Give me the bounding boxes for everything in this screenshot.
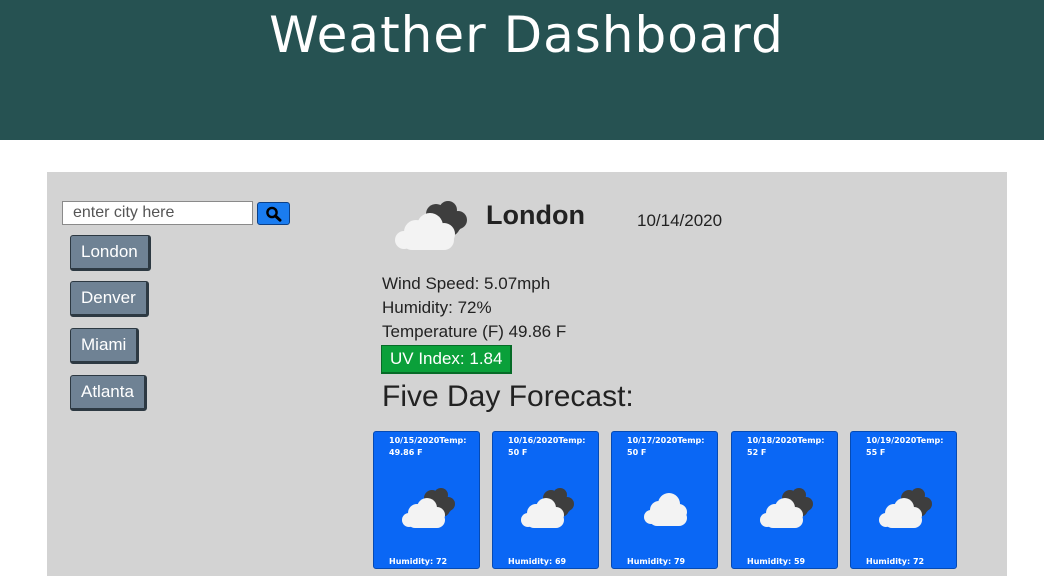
forecast-card: 10/16/2020Temp: 50 F Humidity: 69 [492, 431, 599, 569]
forecast-date-temp: 10/19/2020Temp: 55 F [866, 436, 944, 457]
forecast-humidity: Humidity: 69 [508, 557, 567, 566]
forecast-date-temp: 10/17/2020Temp: 50 F [627, 436, 705, 457]
current-city-name: London [486, 200, 585, 230]
partly-cloudy-icon [395, 201, 467, 250]
forecast-card: 10/17/2020Temp: 50 F Humidity: 79 [611, 431, 718, 569]
history-item-label: Miami [81, 335, 127, 354]
history-item-london[interactable]: London [70, 235, 151, 271]
history-item-label: Denver [81, 288, 136, 307]
page-header: Weather Dashboard [0, 0, 1044, 140]
partly-cloudy-icon [760, 488, 813, 528]
main-panel: London Denver Miami Atlanta London 10/14… [47, 172, 1007, 576]
search-button[interactable] [257, 202, 290, 225]
forecast-date-temp: 10/15/2020Temp: 49.86 F [389, 436, 467, 457]
search-icon [265, 206, 281, 222]
forecast-date-temp: 10/18/2020Temp: 52 F [747, 436, 825, 457]
forecast-card: 10/19/2020Temp: 55 F Humidity: 72 [850, 431, 957, 569]
forecast-title: Five Day Forecast: [382, 380, 634, 413]
uv-index-badge: UV Index: 1.84 [381, 345, 513, 374]
wind-speed: Wind Speed: 5.07mph [382, 274, 551, 293]
temperature: Temperature (F) 49.86 F [382, 322, 567, 341]
current-date: 10/14/2020 [637, 211, 723, 230]
page-title: Weather Dashboard [269, 6, 784, 64]
forecast-humidity: Humidity: 59 [747, 557, 806, 566]
partly-cloudy-icon [879, 488, 932, 528]
city-search-input[interactable] [62, 201, 253, 225]
history-item-label: London [81, 242, 138, 261]
forecast-humidity: Humidity: 72 [866, 557, 925, 566]
history-item-denver[interactable]: Denver [70, 281, 149, 317]
forecast-date-temp: 10/16/2020Temp: 50 F [508, 436, 586, 457]
history-item-miami[interactable]: Miami [70, 328, 140, 364]
partly-cloudy-icon [402, 488, 455, 528]
partly-cloudy-icon [521, 488, 574, 528]
uv-index-value: UV Index: 1.84 [390, 349, 503, 368]
humidity: Humidity: 72% [382, 298, 492, 317]
forecast-card: 10/18/2020Temp: 52 F Humidity: 59 [731, 431, 838, 569]
history-item-atlanta[interactable]: Atlanta [70, 375, 147, 411]
forecast-humidity: Humidity: 72 [389, 557, 448, 566]
forecast-card: 10/15/2020Temp: 49.86 F Humidity: 72 [373, 431, 480, 569]
cloud-icon [644, 493, 687, 526]
forecast-humidity: Humidity: 79 [627, 557, 686, 566]
history-item-label: Atlanta [81, 382, 134, 401]
